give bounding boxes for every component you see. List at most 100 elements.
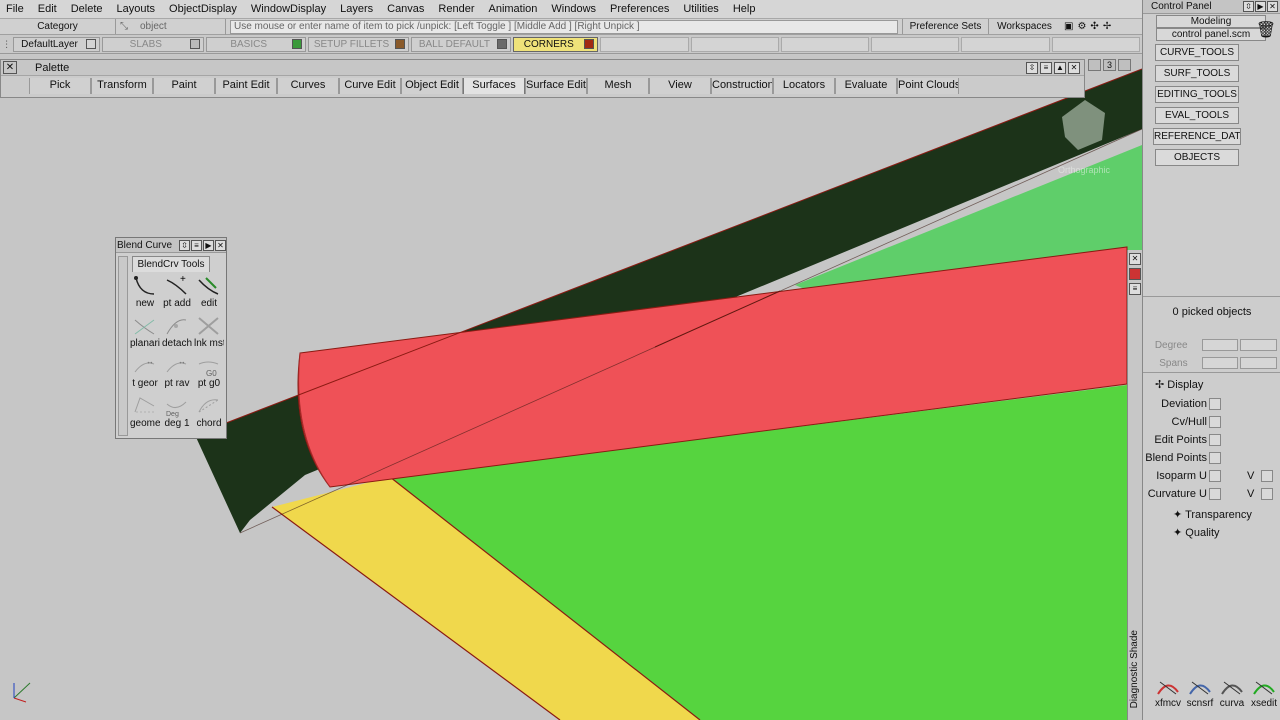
hotbox-icon[interactable]: ▣	[1064, 21, 1073, 32]
blend-expand-icon[interactable]: ▶	[203, 239, 214, 251]
tool-button-surf-tools[interactable]: SURF_TOOLS	[1155, 65, 1239, 82]
tab-transform[interactable]: Transform	[91, 78, 153, 94]
menu-help[interactable]: Help	[727, 0, 764, 19]
tab-construction[interactable]: Construction	[711, 78, 773, 94]
tab-curves[interactable]: Curves	[277, 78, 339, 94]
menu-layers[interactable]: Layers	[334, 0, 381, 19]
transparency-item[interactable]: ✦ Transparency	[1173, 508, 1252, 521]
blend-resize-icon[interactable]: ⇳	[179, 239, 190, 251]
tab-surface-edit[interactable]: Surface Edit	[525, 78, 587, 94]
layer-slabs[interactable]: SLABS	[101, 36, 204, 52]
tab-locators[interactable]: Locators	[773, 78, 835, 94]
control-panel-titlebar[interactable]: Control Panel ⇳ ▶ ✕	[1143, 0, 1280, 14]
blend-list-icon[interactable]: ≡	[191, 239, 202, 251]
layer-color-swatch[interactable]	[291, 39, 302, 49]
tab-object-edit[interactable]: Object Edit	[401, 78, 463, 94]
menu-utilities[interactable]: Utilities	[677, 0, 726, 19]
picked-objects[interactable]: 0 picked objects	[1143, 304, 1280, 320]
blend-tool-pt-add[interactable]: + pt add	[162, 274, 192, 312]
view-layout-icon[interactable]	[1088, 59, 1101, 71]
menu-objectdisplay[interactable]: ObjectDisplay	[163, 0, 245, 19]
tab-point-clouds[interactable]: Point Clouds	[897, 78, 959, 94]
tool-button-objects[interactable]: OBJECTS	[1155, 149, 1239, 166]
tab-pick[interactable]: Pick	[29, 78, 91, 94]
palette-close-button-icon[interactable]: ✕	[1068, 61, 1080, 74]
magnet-icon[interactable]: ⚙	[1077, 21, 1086, 32]
blend-side-handle[interactable]	[118, 256, 128, 436]
workspaces-menu[interactable]: Workspaces	[988, 19, 1060, 34]
blend-tool-deg-1[interactable]: Deg deg 1	[162, 394, 192, 432]
blend-tool-detach[interactable]: detach	[162, 314, 192, 352]
tab-paint-edit[interactable]: Paint Edit	[215, 78, 277, 94]
tool-button-editing-tools[interactable]: EDITING_TOOLS	[1155, 86, 1239, 103]
menu-render[interactable]: Render	[432, 0, 482, 19]
layer-defaultlayer[interactable]: DefaultLayer	[13, 36, 100, 52]
category-dropdown[interactable]: Category	[0, 19, 116, 34]
tab-mesh[interactable]: Mesh	[587, 78, 649, 94]
menu-delete[interactable]: Delete	[65, 0, 111, 19]
view-number[interactable]: 3	[1103, 59, 1116, 71]
menu-canvas[interactable]: Canvas	[381, 0, 432, 19]
tab-surfaces[interactable]: Surfaces	[463, 78, 525, 94]
empty-layer-slot[interactable]	[780, 36, 870, 52]
layer-color-swatch[interactable]	[395, 39, 406, 49]
shelf-tool-curva[interactable]: curva	[1217, 676, 1247, 709]
pick-object-dropdown[interactable]: ⤡ object	[116, 18, 226, 35]
control-panel-file-dropdown[interactable]: control panel.scm	[1156, 28, 1266, 41]
blend-tool-pt-rav[interactable]: ↔ pt rav	[162, 354, 192, 392]
menu-animation[interactable]: Animation	[483, 0, 546, 19]
empty-layer-slot[interactable]	[690, 36, 779, 52]
display-section[interactable]: ✢ Display	[1155, 378, 1203, 391]
layer-color-swatch[interactable]	[85, 39, 96, 49]
shelf-tool-xfmcv[interactable]: xfmcv	[1153, 676, 1183, 709]
cp-resize-icon[interactable]: ⇳	[1243, 1, 1254, 12]
layer-corners[interactable]: CORNERS	[513, 36, 599, 52]
blend-tool-planari[interactable]: planari	[130, 314, 160, 352]
empty-layer-slot[interactable]	[871, 36, 960, 52]
trash-icon[interactable]: 🗑	[1255, 20, 1277, 42]
layer-bar-handle[interactable]: ⋮	[0, 36, 13, 53]
blend-close-icon[interactable]: ✕	[215, 239, 226, 251]
menu-layouts[interactable]: Layouts	[111, 0, 164, 19]
tool-button-curve-tools[interactable]: CURVE_TOOLS	[1155, 44, 1239, 61]
blend-tool-lnk-mst[interactable]: lnk mst	[194, 314, 224, 352]
palette-close-icon[interactable]: ✕	[3, 61, 17, 74]
option-checkbox[interactable]	[1209, 416, 1221, 428]
option-checkbox[interactable]	[1209, 434, 1221, 446]
blend-tool-new[interactable]: new	[130, 274, 160, 312]
blend-tool-pt-g0[interactable]: G0 pt g0	[194, 354, 224, 392]
tool-button-reference-data[interactable]: REFERENCE_DATA	[1153, 128, 1241, 145]
option-checkbox[interactable]	[1209, 398, 1221, 410]
palette-titlebar[interactable]: ✕ Palette ⇳ ≡ ▲ ✕	[1, 60, 1084, 76]
menu-edit[interactable]: Edit	[32, 0, 65, 19]
menu-file[interactable]: File	[0, 0, 32, 19]
layer-color-swatch[interactable]	[584, 39, 595, 49]
snap-icon[interactable]: ✣	[1090, 21, 1098, 32]
strip-red-icon[interactable]	[1129, 268, 1141, 280]
pick-tool-icon[interactable]: ✢	[1103, 21, 1111, 32]
option-checkbox[interactable]	[1209, 452, 1221, 464]
empty-layer-slot[interactable]	[961, 36, 1050, 52]
layer-basics[interactable]: BASICS	[205, 36, 306, 52]
layer-color-swatch[interactable]	[497, 39, 508, 49]
tab-view[interactable]: View	[649, 78, 711, 94]
tab-curve-edit[interactable]: Curve Edit	[339, 78, 401, 94]
palette-resize-icon[interactable]: ⇳	[1026, 61, 1038, 74]
tab-evaluate[interactable]: Evaluate	[835, 78, 897, 94]
blend-curve-titlebar[interactable]: Blend Curve ⇳ ≡ ▶ ✕	[116, 238, 226, 253]
option-checkbox[interactable]	[1209, 470, 1221, 482]
spans-input[interactable]	[1201, 357, 1239, 369]
blend-tool-chord[interactable]: chord	[194, 394, 224, 432]
tab-paint[interactable]: Paint	[153, 78, 215, 94]
tool-button-eval-tools[interactable]: EVAL_TOOLS	[1155, 107, 1239, 124]
option-checkbox[interactable]	[1209, 488, 1221, 500]
cp-close-icon[interactable]: ✕	[1267, 1, 1278, 12]
blend-tool-geome[interactable]: geome	[130, 394, 160, 432]
menu-preferences[interactable]: Preferences	[604, 0, 677, 19]
empty-layer-slot[interactable]	[1051, 36, 1141, 52]
quality-item[interactable]: ✦ Quality	[1173, 526, 1220, 539]
layer-color-swatch[interactable]	[189, 39, 200, 49]
shelf-tool-xsedit[interactable]: xsedit	[1249, 676, 1279, 709]
menu-windowdisplay[interactable]: WindowDisplay	[245, 0, 334, 19]
degree-input[interactable]	[1201, 339, 1239, 351]
